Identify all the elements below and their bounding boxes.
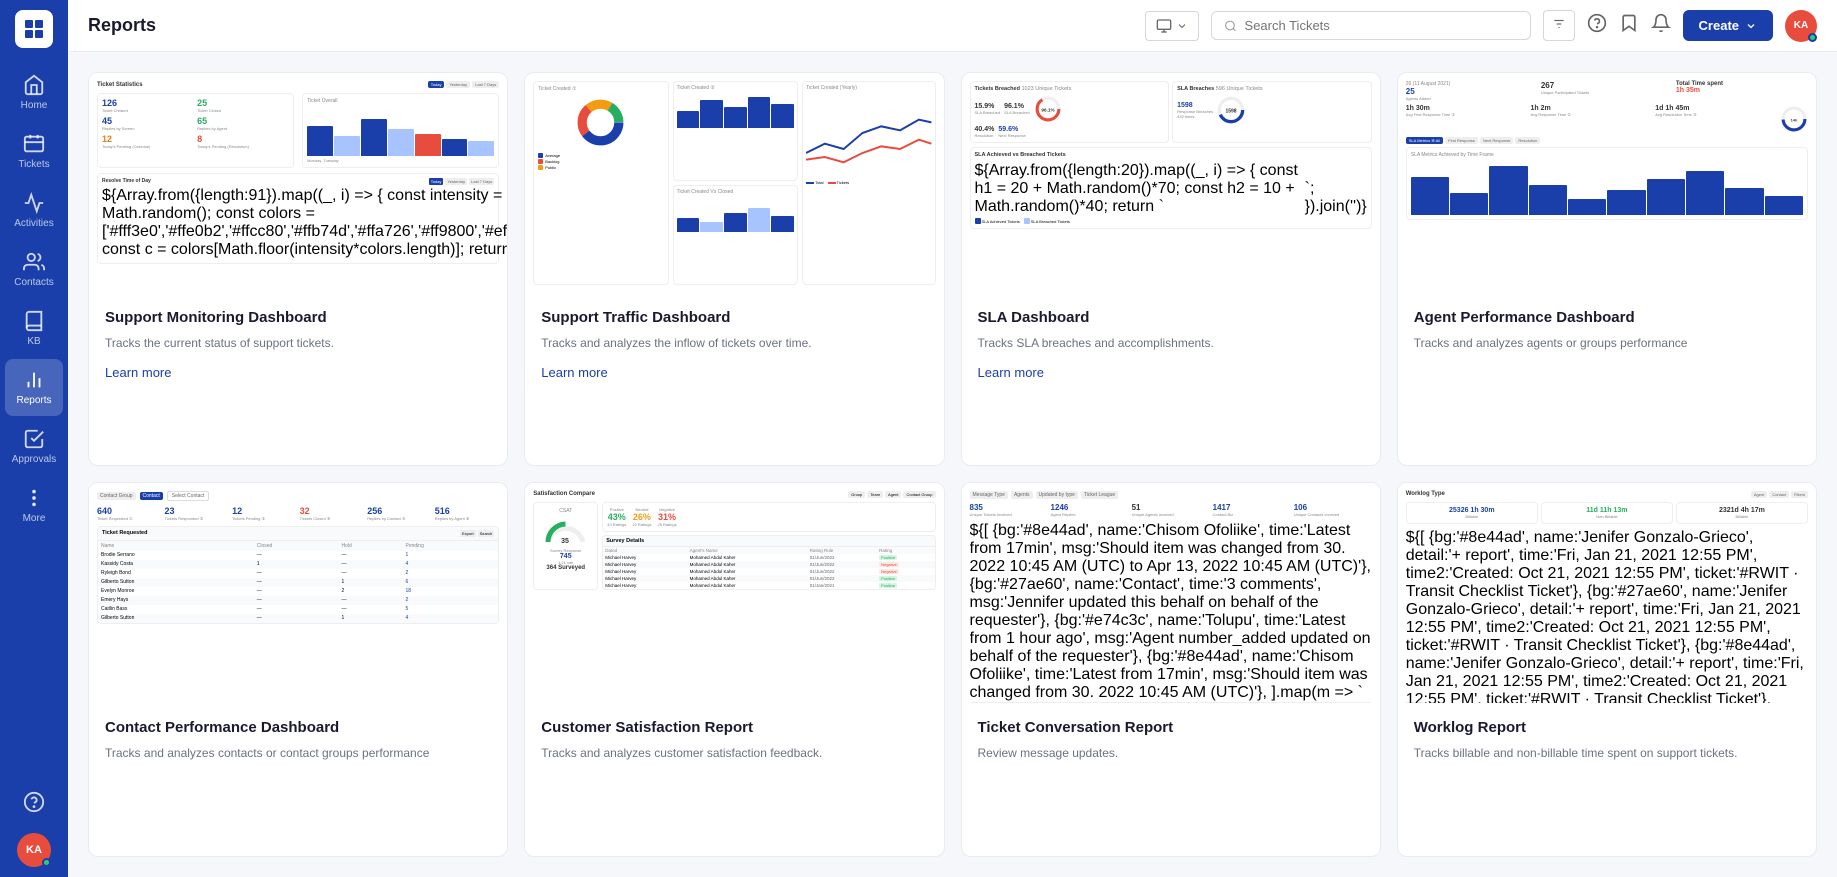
support-monitoring-preview: Ticket Statistics Today Yesterday Last 7… — [89, 73, 507, 293]
sidebar-item-more-label: More — [23, 513, 46, 524]
help-icon-button[interactable] — [5, 781, 63, 823]
ticket-conversation-card[interactable]: Message Type Agents Updated by type Tick… — [961, 482, 1381, 858]
svg-text:1598: 1598 — [1226, 109, 1237, 115]
header-icons — [1587, 13, 1671, 38]
header-user-avatar[interactable]: KA — [1785, 10, 1817, 42]
svg-text:14h: 14h — [1791, 117, 1798, 122]
worklog-desc: Tracks billable and non-billable time sp… — [1414, 744, 1800, 762]
support-monitoring-desc: Tracks the current status of support tic… — [105, 334, 491, 352]
worklog-title: Worklog Report — [1414, 719, 1800, 736]
support-monitoring-title: Support Monitoring Dashboard — [105, 309, 491, 326]
sidebar-item-reports-label: Reports — [16, 395, 51, 406]
support-monitoring-card[interactable]: Ticket Statistics Today Yesterday Last 7… — [88, 72, 508, 466]
support-monitoring-link[interactable]: Learn more — [105, 365, 171, 380]
worklog-card-body: Worklog Report Tracks billable and non-b… — [1398, 703, 1816, 857]
agent-performance-card[interactable]: 26 (11 August 2021) 25 Agents Added 267 … — [1397, 72, 1817, 466]
dashboard-grid: Ticket Statistics Today Yesterday Last 7… — [68, 52, 1837, 877]
sidebar-item-home[interactable]: Home — [5, 64, 63, 121]
support-traffic-title: Support Traffic Dashboard — [541, 309, 927, 326]
main-area: Reports Create KA — [68, 0, 1837, 877]
create-button[interactable]: Create — [1683, 10, 1773, 41]
header-online-dot — [1808, 33, 1817, 42]
agent-performance-preview: 26 (11 August 2021) 25 Agents Added 267 … — [1398, 73, 1816, 293]
agent-performance-desc: Tracks and analyzes agents or groups per… — [1414, 334, 1800, 352]
user-avatar[interactable]: KA — [17, 833, 51, 867]
contact-performance-card-body: Contact Performance Dashboard Tracks and… — [89, 703, 507, 857]
monitor-button[interactable] — [1145, 11, 1199, 41]
agent-performance-card-body: Agent Performance Dashboard Tracks and a… — [1398, 293, 1816, 465]
bookmark-button[interactable] — [1619, 13, 1639, 38]
help-button[interactable] — [1587, 13, 1607, 38]
sidebar-item-activities[interactable]: Activities — [5, 182, 63, 239]
filter-button[interactable] — [1543, 10, 1575, 41]
worklog-card[interactable]: Worklog Type Agent Contact Filters 25326… — [1397, 482, 1817, 858]
ticket-conversation-title: Ticket Conversation Report — [978, 719, 1364, 736]
csat-desc: Tracks and analyzes customer satisfactio… — [541, 744, 927, 762]
sidebar-item-reports[interactable]: Reports — [5, 359, 63, 416]
contact-performance-desc: Tracks and analyzes contacts or contact … — [105, 744, 491, 762]
sidebar-item-contacts-label: Contacts — [14, 277, 53, 288]
csat-card[interactable]: Satisfaction Compare Group Team Agent Co… — [524, 482, 944, 858]
support-traffic-card-body: Support Traffic Dashboard Tracks and ana… — [525, 293, 943, 465]
support-traffic-card[interactable]: Ticket Created ① — [524, 72, 944, 466]
support-traffic-desc: Tracks and analyzes the inflow of ticket… — [541, 334, 927, 352]
sidebar-item-activities-label: Activities — [14, 218, 53, 229]
sidebar-item-kb-label: KB — [27, 336, 40, 347]
svg-text:35: 35 — [561, 538, 569, 545]
app-logo[interactable] — [15, 10, 53, 48]
filter-icon — [1552, 17, 1566, 31]
page-header: Reports Create KA — [68, 0, 1837, 52]
page-title: Reports — [88, 15, 1133, 36]
online-status-dot — [42, 858, 51, 867]
agent-performance-title: Agent Performance Dashboard — [1414, 309, 1800, 326]
sla-card[interactable]: Tickets Breached 1023 Unique Tickets 15.… — [961, 72, 1381, 466]
search-icon — [1224, 19, 1237, 33]
chevron-down-icon — [1745, 20, 1757, 32]
contact-performance-preview: Contact Group Contact Select Contact 640… — [89, 483, 507, 703]
sla-desc: Tracks SLA breaches and accomplishments. — [978, 334, 1364, 352]
csat-preview: Satisfaction Compare Group Team Agent Co… — [525, 483, 943, 703]
contact-performance-card[interactable]: Contact Group Contact Select Contact 640… — [88, 482, 508, 858]
search-input[interactable] — [1245, 18, 1518, 33]
ticket-conversation-preview: Message Type Agents Updated by type Tick… — [962, 483, 1380, 703]
sidebar-item-approvals-label: Approvals — [12, 454, 56, 465]
sidebar-item-more[interactable]: More — [5, 477, 63, 534]
sidebar-item-home-label: Home — [21, 100, 48, 111]
sla-link[interactable]: Learn more — [978, 365, 1044, 380]
notifications-button[interactable] — [1651, 13, 1671, 38]
ticket-conversation-desc: Review message updates. — [978, 744, 1364, 762]
sidebar-item-tickets-label: Tickets — [18, 159, 49, 170]
worklog-preview: Worklog Type Agent Contact Filters 25326… — [1398, 483, 1816, 703]
search-bar[interactable] — [1211, 11, 1531, 40]
svg-text:96.1%: 96.1% — [1041, 107, 1055, 112]
sidebar-item-contacts[interactable]: Contacts — [5, 241, 63, 298]
csat-title: Customer Satisfaction Report — [541, 719, 927, 736]
sidebar: Home Tickets Activities Contacts KB Repo… — [0, 0, 68, 877]
sla-card-body: SLA Dashboard Tracks SLA breaches and ac… — [962, 293, 1380, 465]
sla-preview: Tickets Breached 1023 Unique Tickets 15.… — [962, 73, 1380, 293]
csat-card-body: Customer Satisfaction Report Tracks and … — [525, 703, 943, 857]
sidebar-item-approvals[interactable]: Approvals — [5, 418, 63, 475]
support-monitoring-card-body: Support Monitoring Dashboard Tracks the … — [89, 293, 507, 465]
contact-performance-title: Contact Performance Dashboard — [105, 719, 491, 736]
support-traffic-link[interactable]: Learn more — [541, 365, 607, 380]
ticket-conversation-card-body: Ticket Conversation Report Review messag… — [962, 703, 1380, 857]
support-traffic-preview: Ticket Created ① — [525, 73, 943, 293]
sidebar-item-tickets[interactable]: Tickets — [5, 123, 63, 180]
sidebar-item-kb[interactable]: KB — [5, 300, 63, 357]
sla-title: SLA Dashboard — [978, 309, 1364, 326]
